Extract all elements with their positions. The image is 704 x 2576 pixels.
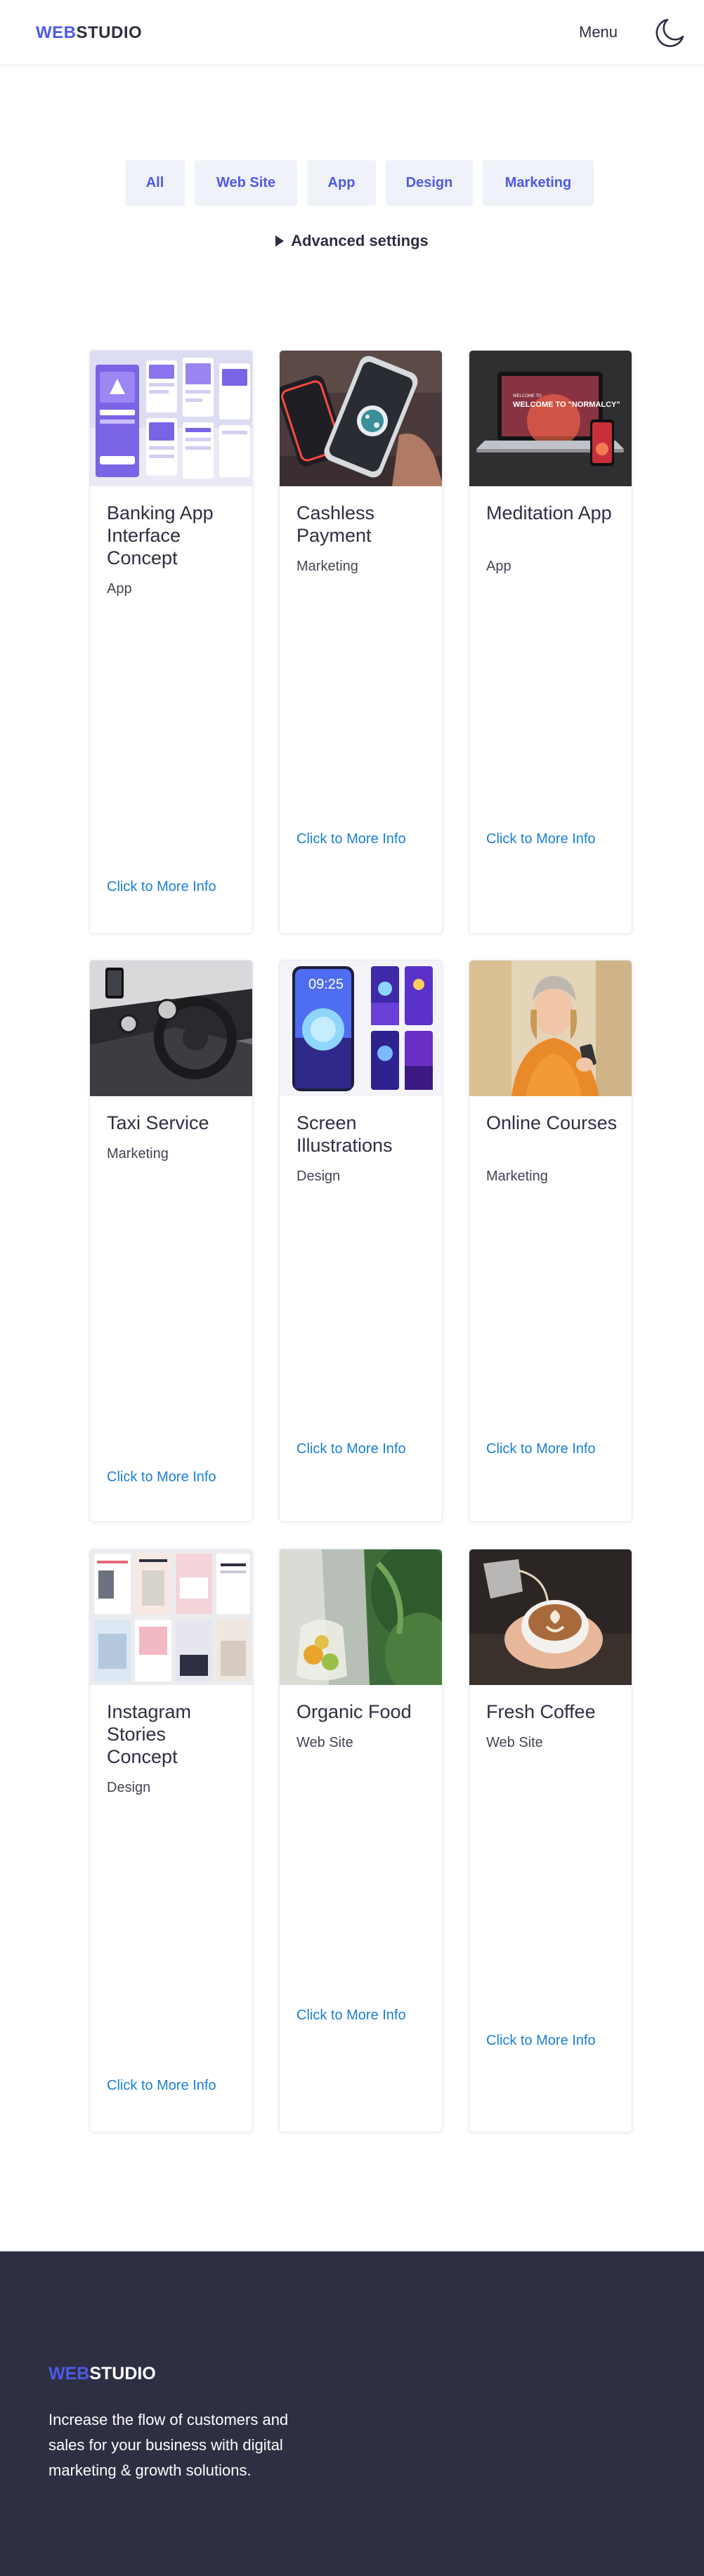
project-title: Screen Illustrations [296, 1112, 393, 1156]
logo-accent: WEB [36, 23, 77, 42]
project-category: App [486, 559, 511, 574]
menu-button[interactable]: Menu [579, 23, 618, 41]
project-category: Marketing [296, 559, 358, 574]
moon-icon [656, 18, 684, 47]
project-category: Marketing [486, 1169, 548, 1184]
advanced-settings-toggle[interactable]: Advanced settings [0, 232, 704, 250]
more-info-link[interactable]: Click to More Info [486, 1441, 596, 1457]
site-header: WEBSTUDIO Menu [0, 0, 704, 65]
filter-website-button[interactable]: Web Site [195, 160, 297, 206]
project-category: Design [296, 1169, 341, 1184]
footer-logo-rest: STUDIO [89, 2364, 156, 2383]
project-title: Cashless Payment [296, 502, 375, 546]
more-info-link[interactable]: Click to More Info [296, 1441, 406, 1457]
filter-design-button[interactable]: Design [386, 160, 473, 206]
project-thumbnail: WELCOME TO WELCOME TO "NORMALCY" [469, 351, 632, 486]
more-info-link[interactable]: Click to More Info [486, 2033, 596, 2049]
disclosure-triangle-icon [275, 235, 285, 247]
project-category: Design [107, 1780, 151, 1795]
advanced-settings-label: Advanced settings [291, 232, 429, 249]
project-card[interactable]: Online Courses Marketing Click to More I… [469, 960, 632, 1522]
more-info-link[interactable]: Click to More Info [107, 2078, 216, 2094]
logo[interactable]: WEBSTUDIO [36, 23, 142, 43]
filter-marketing-button[interactable]: Marketing [483, 160, 594, 206]
project-card[interactable]: 09:25 Screen Illustrations Design Click … [279, 960, 443, 1522]
project-category: App [107, 581, 132, 597]
more-info-link[interactable]: Click to More Info [107, 1469, 216, 1485]
filter-app-button[interactable]: App [307, 160, 376, 206]
project-card[interactable]: Fresh Coffee Web Site Click to More Info [469, 1549, 632, 2133]
theme-toggle-button[interactable] [653, 17, 686, 49]
filter-all-button[interactable]: All [125, 160, 185, 206]
footer-logo-accent: WEB [48, 2364, 90, 2383]
site-footer: WEBSTUDIO Increase the flow of customers… [0, 2251, 704, 2576]
footer-tagline: Increase the flow of customers and sales… [48, 2411, 289, 2479]
project-title: Online Courses [486, 1112, 618, 1133]
project-card[interactable]: Cashless Payment Marketing Click to More… [279, 350, 443, 934]
project-title: Banking App Interface Concept [107, 502, 214, 568]
project-title: Meditation App [486, 502, 612, 523]
more-info-link[interactable]: Click to More Info [296, 831, 406, 847]
project-thumbnail: 09:25 [280, 961, 442, 1096]
project-thumbnail [280, 351, 442, 486]
project-title: Organic Food [296, 1701, 412, 1722]
project-card[interactable]: Banking App Interface Concept App Click … [89, 350, 253, 934]
project-thumbnail [469, 1549, 632, 1685]
project-thumbnail [90, 961, 252, 1096]
filter-bar: All Web Site App Design Marketing [125, 160, 594, 206]
project-card[interactable]: Organic Food Web Site Click to More Info [279, 1549, 443, 2133]
project-thumbnail [90, 351, 252, 486]
project-card[interactable]: WELCOME TO WELCOME TO "NORMALCY" Meditat… [469, 350, 632, 934]
project-title: Instagram Stories Concept [107, 1701, 192, 1767]
project-thumbnail [90, 1549, 252, 1685]
thumb-screen-small-text: WELCOME TO [513, 394, 542, 398]
more-info-link[interactable]: Click to More Info [486, 831, 596, 847]
project-category: Web Site [296, 1735, 353, 1750]
project-thumbnail [469, 961, 632, 1096]
more-info-link[interactable]: Click to More Info [296, 2008, 406, 2024]
project-category: Marketing [107, 1146, 169, 1162]
project-card[interactable]: Instagram Stories Concept Design Click t… [89, 1549, 253, 2133]
project-thumbnail [280, 1549, 442, 1685]
thumb-clock-text: 09:25 [308, 977, 344, 992]
thumb-screen-text: WELCOME TO "NORMALCY" [513, 401, 620, 409]
project-title: Taxi Service [107, 1112, 209, 1133]
logo-rest: STUDIO [76, 23, 143, 42]
project-title: Fresh Coffee [486, 1701, 596, 1722]
footer-logo[interactable]: WEBSTUDIO [48, 2364, 156, 2384]
project-card[interactable]: Taxi Service Marketing Click to More Inf… [89, 960, 253, 1522]
project-category: Web Site [486, 1735, 543, 1750]
more-info-link[interactable]: Click to More Info [107, 879, 216, 895]
